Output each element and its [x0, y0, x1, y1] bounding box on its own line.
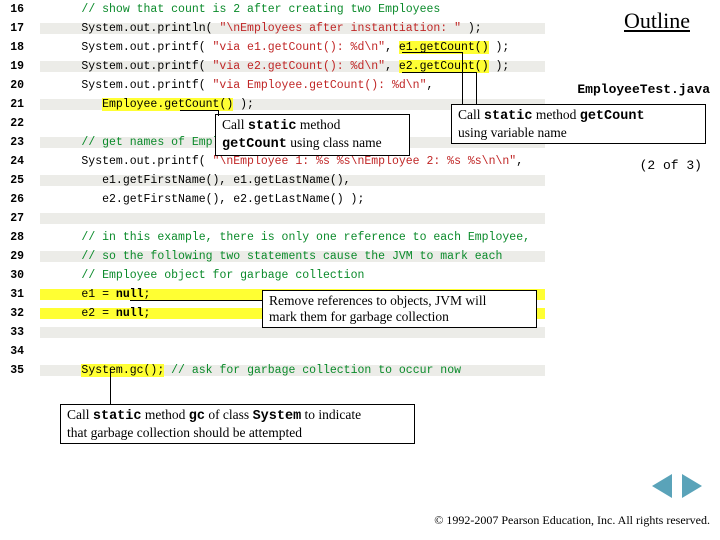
callout-system-gc: Call static method gc of class System to…: [60, 404, 415, 444]
leader-line: [402, 52, 462, 53]
code-line: 18 System.out.printf( "via e1.getCount()…: [0, 38, 560, 57]
callout-variable-name: Call static method getCount using variab…: [451, 104, 706, 144]
code-line: 16 // show that count is 2 after creatin…: [0, 0, 560, 19]
code-line: 29 // so the following two statements ca…: [0, 247, 560, 266]
code-line: 28 // in this example, there is only one…: [0, 228, 560, 247]
leader-line: [476, 72, 477, 104]
line-number: 23: [0, 137, 30, 149]
copyright-text: © 1992-2007 Pearson Education, Inc. All …: [434, 513, 710, 528]
line-number: 34: [0, 346, 30, 358]
line-number: 18: [0, 42, 30, 54]
pager-label: (2 of 3): [640, 158, 702, 173]
code-line: 34: [0, 342, 560, 361]
leader-line: [218, 110, 219, 116]
line-number: 19: [0, 61, 30, 73]
line-number: 17: [0, 23, 30, 35]
code-text: System.gc(); // ask for garbage collecti…: [30, 365, 545, 377]
code-text: e1.getFirstName(), e1.getLastName(),: [30, 175, 545, 187]
code-line: 17 System.out.println( "\nEmployees afte…: [0, 19, 560, 38]
line-number: 30: [0, 270, 30, 282]
callout-remove-refs: Remove references to objects, JVM will m…: [262, 290, 537, 328]
line-number: 26: [0, 194, 30, 206]
code-line: 30 // Employee object for garbage collec…: [0, 266, 560, 285]
line-number: 35: [0, 365, 30, 377]
leader-line: [130, 300, 262, 301]
line-number: 22: [0, 118, 30, 130]
line-number: 24: [0, 156, 30, 168]
code-line: 27: [0, 209, 560, 228]
outline-title: Outline: [624, 8, 690, 34]
code-text: // so the following two statements cause…: [30, 251, 545, 263]
line-number: 29: [0, 251, 30, 263]
code-line: 25 e1.getFirstName(), e1.getLastName(),: [0, 171, 560, 190]
code-line: 26 e2.getFirstName(), e2.getLastName() )…: [0, 190, 560, 209]
prev-slide-button[interactable]: [652, 474, 672, 498]
line-number: 33: [0, 327, 30, 339]
code-text: [30, 213, 545, 225]
callout-class-name: Call static method getCount using class …: [215, 114, 410, 156]
next-slide-button[interactable]: [682, 474, 702, 498]
line-number: 16: [0, 4, 30, 16]
code-text: System.out.printf( "\nEmployee 1: %s %s\…: [30, 156, 523, 168]
line-number: 27: [0, 213, 30, 225]
code-text: [30, 327, 545, 339]
line-number: 28: [0, 232, 30, 244]
code-text: System.out.println( "\nEmployees after i…: [30, 23, 545, 35]
code-text: // show that count is 2 after creating t…: [30, 4, 440, 16]
line-number: 31: [0, 289, 30, 301]
leader-line: [402, 72, 476, 73]
line-number: 21: [0, 99, 30, 111]
leader-line: [110, 368, 111, 404]
code-text: System.out.printf( "via Employee.getCoun…: [30, 80, 433, 92]
code-text: // in this example, there is only one re…: [30, 232, 530, 244]
line-number: 20: [0, 80, 30, 92]
leader-line: [462, 52, 463, 104]
nav-controls: [652, 474, 702, 498]
file-label: EmployeeTest.java: [577, 82, 710, 97]
line-number: 32: [0, 308, 30, 320]
code-text: e2.getFirstName(), e2.getLastName() );: [30, 194, 364, 206]
code-text: System.out.printf( "via e2.getCount(): %…: [30, 61, 545, 73]
code-line: 35 System.gc(); // ask for garbage colle…: [0, 361, 560, 380]
line-number: 25: [0, 175, 30, 187]
code-text: // Employee object for garbage collectio…: [30, 270, 364, 282]
leader-line: [180, 110, 218, 111]
